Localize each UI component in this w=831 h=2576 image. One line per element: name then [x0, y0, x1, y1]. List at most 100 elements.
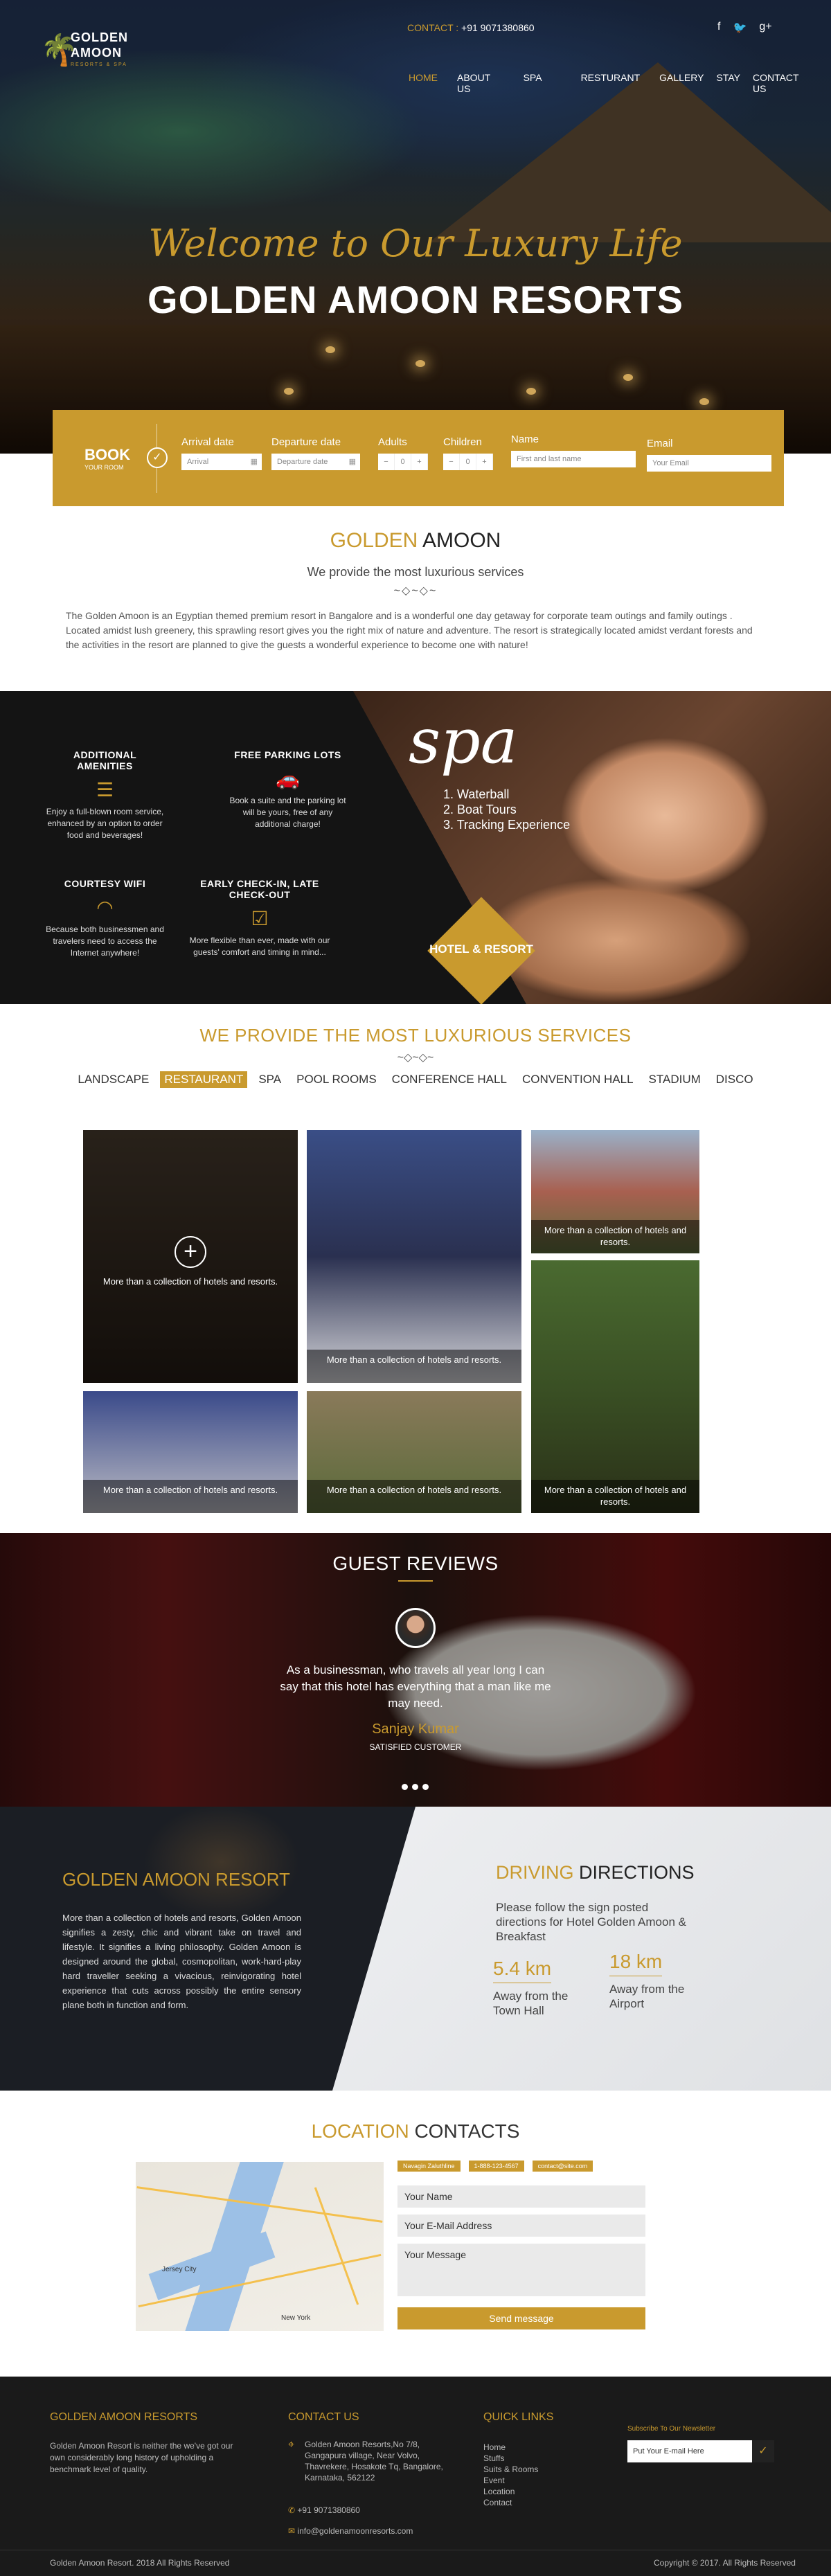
plus-icon[interactable]: +	[411, 454, 428, 470]
your-name-input[interactable]: Your Name	[397, 2185, 645, 2208]
minus-icon[interactable]: −	[378, 454, 395, 470]
facebook-icon[interactable]: f	[717, 21, 720, 35]
contact-pills: Navagin Zaluthline 1-888-123-4567 contac…	[397, 2161, 593, 2172]
arrival-field-group: Arrival date Arrival ▦	[181, 436, 262, 470]
tab-spa[interactable]: SPA	[254, 1071, 285, 1088]
tab-restaurant[interactable]: RESTAURANT	[160, 1071, 248, 1088]
gallery-item[interactable]: More than a collection of hotels and res…	[83, 1391, 298, 1513]
nav-stay[interactable]: STAY	[716, 72, 740, 94]
social-links: f 🐦 g+	[717, 21, 772, 35]
contact-label: CONTACT :	[407, 22, 459, 33]
logo-line2: AMOON	[71, 46, 122, 60]
plus-icon[interactable]: +	[476, 454, 493, 470]
contacts-section: LOCATION CONTACTS Jersey City New York N…	[0, 2112, 831, 2375]
calendar-icon: ▦	[348, 458, 356, 466]
reviews-title: GUEST REVIEWS	[332, 1553, 499, 1574]
hotel-resort-badge[interactable]: HOTEL & RESORT	[427, 897, 535, 1004]
caption-text: More than a collection of hotels and res…	[326, 1485, 502, 1495]
footer-link-home[interactable]: Home	[483, 2442, 538, 2453]
list-icon: ☰	[96, 779, 114, 800]
services-title: WE PROVIDE THE MOST LUXURIOUS SERVICES	[199, 1025, 632, 1046]
feature-checkin: EARLY CHECK-IN, LATE CHECK-OUT ☑ More fl…	[187, 878, 332, 958]
contact-phone[interactable]: +91 9071380860	[461, 22, 535, 33]
driving-title-a: DRIVING	[496, 1862, 574, 1883]
name-input[interactable]: First and last name	[511, 451, 636, 467]
copyright-left: Golden Amoon Resort. 2018 All Rights Res…	[50, 2558, 230, 2568]
carousel-dot[interactable]	[422, 1784, 429, 1790]
nav-spa[interactable]: SPA	[524, 72, 542, 94]
carousel-dot[interactable]	[402, 1784, 408, 1790]
distance-text: Away from the Town Hall	[493, 1989, 569, 2017]
nav-contact-us[interactable]: CONTACT US	[753, 72, 812, 94]
message-textarea[interactable]: Your Message	[397, 2244, 645, 2296]
gallery-item[interactable]: More than a collection of hotels and res…	[531, 1260, 699, 1513]
logo[interactable]: 🌴 GOLDEN AMOON RESORTS & SPA	[40, 26, 144, 82]
contacts-title: LOCATION CONTACTS	[0, 2120, 831, 2143]
newsletter-input[interactable]: Put Your E-mail Here	[627, 2440, 752, 2462]
nav-home[interactable]: HOME	[409, 72, 438, 94]
footer-email[interactable]: ✉ info@goldenamoonresorts.com	[288, 2526, 413, 2536]
newsletter-submit-button[interactable]: ✓	[752, 2440, 774, 2462]
send-button[interactable]: Send message	[397, 2307, 645, 2329]
contact-pill: 1-888-123-4567	[468, 2161, 524, 2172]
email-input[interactable]: Your Email	[647, 455, 771, 472]
distance-town-hall: 5.4 km Away from the Town Hall	[493, 1958, 590, 2018]
logo-line1: GOLDEN	[71, 30, 129, 44]
nav-about-us[interactable]: ABOUT US	[457, 72, 504, 94]
footer-about-title: GOLDEN AMOON RESORTS	[50, 2411, 198, 2423]
ornament-divider-icon: ~◇~◇~	[393, 585, 438, 597]
spa-item: 2. Boat Tours	[443, 803, 517, 816]
map-label: Jersey City	[162, 2266, 197, 2273]
children-stepper[interactable]: −0 +	[443, 454, 493, 470]
tab-pool-rooms[interactable]: POOL ROOMS	[292, 1071, 381, 1088]
gallery-item[interactable]: More than a collection of hotels and res…	[307, 1130, 521, 1383]
minus-icon[interactable]: −	[443, 454, 460, 470]
footer-contact-title: CONTACT US	[288, 2411, 359, 2423]
tab-conference-hall[interactable]: CONFERENCE HALL	[388, 1071, 511, 1088]
google-plus-icon[interactable]: g+	[759, 21, 771, 35]
footer-phone[interactable]: ✆ +91 9071380860	[288, 2505, 360, 2515]
footer-link-stuffs[interactable]: Stuffs	[483, 2453, 538, 2464]
tab-stadium[interactable]: STADIUM	[645, 1071, 705, 1088]
reviewer-name: Sanjay Kumar	[372, 1721, 459, 1737]
arrival-value: Arrival	[187, 458, 209, 466]
gallery-item[interactable]: + More than a collection of hotels and re…	[83, 1130, 298, 1383]
spa-heading: spa	[409, 705, 518, 778]
logo-tagline: RESORTS & SPA	[71, 62, 127, 67]
tab-landscape[interactable]: LANDSCAPE	[73, 1071, 153, 1088]
arrival-input[interactable]: Arrival ▦	[181, 454, 262, 470]
gallery-caption: + More than a collection of hotels and re…	[83, 1130, 298, 1383]
nav-gallery[interactable]: GALLERY	[659, 72, 704, 94]
plus-icon[interactable]: +	[175, 1236, 206, 1269]
footer-link-suits[interactable]: Suits & Rooms	[483, 2464, 538, 2475]
carousel-dot[interactable]	[412, 1784, 418, 1790]
nav-resturant[interactable]: RESTURANT	[581, 72, 641, 94]
footer-link-location[interactable]: Location	[483, 2486, 538, 2497]
departure-label: Departure date	[271, 436, 341, 448]
tab-disco[interactable]: DISCO	[712, 1071, 758, 1088]
children-field-group: Children −0 +	[443, 436, 493, 470]
location-map[interactable]: Jersey City New York	[136, 2162, 384, 2331]
gallery-caption: More than a collection of hotels and res…	[531, 1220, 699, 1253]
footer-phone-text: +91 9071380860	[297, 2505, 360, 2515]
services-tabs: LANDSCAPE RESTAURANT SPA POOL ROOMS CONF…	[0, 1071, 831, 1088]
car-icon: 🚗	[276, 768, 300, 789]
driving-title-b: DIRECTIONS	[579, 1862, 695, 1883]
footer-link-event[interactable]: Event	[483, 2475, 538, 2486]
driving-text: Please follow the sign posted directions…	[496, 1901, 686, 1943]
tab-convention-hall[interactable]: CONVENTION HALL	[518, 1071, 638, 1088]
contact-pill: Navagin Zaluthline	[397, 2161, 461, 2172]
gallery-item[interactable]: More than a collection of hotels and res…	[307, 1391, 521, 1513]
feature-amenities: ADDITIONAL AMENITIES ☰ Enjoy a full-blow…	[44, 749, 166, 841]
copyright-right: Copyright © 2017. All Rights Reserved	[654, 2558, 796, 2568]
footer-link-contact[interactable]: Contact	[483, 2497, 538, 2508]
gallery-item[interactable]: More than a collection of hotels and res…	[531, 1130, 699, 1253]
services-section: WE PROVIDE THE MOST LUXURIOUS SERVICES ~…	[0, 1025, 831, 1088]
about-text: The Golden Amoon is an Egyptian themed p…	[66, 610, 753, 650]
mail-icon: ✉	[288, 2526, 296, 2536]
departure-input[interactable]: Departure date ▦	[271, 454, 360, 470]
adults-stepper[interactable]: −0 +	[378, 454, 428, 470]
email-input[interactable]: Your E-Mail Address	[397, 2215, 645, 2237]
footer-email-text: info@goldenamoonresorts.com	[297, 2526, 413, 2536]
twitter-icon[interactable]: 🐦	[733, 21, 747, 35]
